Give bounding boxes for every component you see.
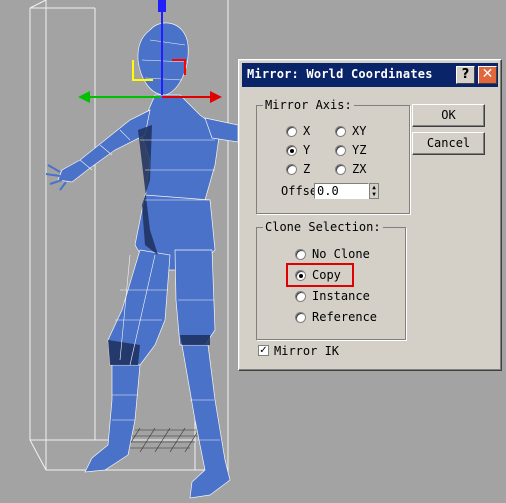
radio-icon	[295, 290, 306, 302]
help-button[interactable]: ?	[456, 66, 475, 84]
z-axis-handle	[158, 0, 166, 12]
mirror-ik-label: Mirror IK	[274, 344, 340, 358]
ok-button[interactable]: OK	[412, 104, 485, 127]
axis-radio-xy[interactable]: XY	[335, 124, 366, 138]
axis-radio-z[interactable]: Z	[286, 162, 310, 176]
radio-icon	[335, 163, 346, 175]
clone-radio-reference[interactable]: Reference	[295, 310, 377, 324]
clone-radio-no-clone[interactable]: No Clone	[295, 247, 370, 261]
radio-icon	[335, 125, 346, 137]
help-icon: ?	[461, 67, 470, 82]
radio-selected-icon	[286, 144, 297, 156]
radio-icon	[295, 248, 306, 260]
character-model[interactable]	[45, 22, 239, 499]
dialog-titlebar[interactable]: Mirror: World Coordinates ? ✕	[242, 63, 498, 87]
cancel-button[interactable]: Cancel	[412, 132, 485, 155]
mirror-axis-legend: Mirror Axis:	[263, 98, 354, 112]
x-axis-arrow-icon	[210, 91, 222, 103]
axis-radio-x[interactable]: X	[286, 124, 310, 138]
radio-icon	[295, 311, 306, 323]
close-button[interactable]: ✕	[478, 66, 497, 84]
dialog-title: Mirror: World Coordinates	[247, 67, 433, 81]
offset-spinner[interactable]: ▲ ▼	[369, 183, 379, 199]
y-axis-arrow-icon	[78, 91, 90, 103]
checkmark-icon: ✓	[259, 345, 268, 356]
copy-highlight-box	[286, 263, 354, 287]
mirror-dialog: Mirror: World Coordinates ? ✕ Mirror Axi…	[238, 59, 502, 371]
spinner-up-icon[interactable]: ▲	[372, 184, 376, 191]
axis-radio-zx[interactable]: ZX	[335, 162, 366, 176]
axis-radio-yz[interactable]: YZ	[335, 143, 366, 157]
offset-input[interactable]: 0.0	[314, 183, 369, 199]
axis-radio-y[interactable]: Y	[286, 143, 310, 157]
mirror-ik-checkbox[interactable]: ✓	[258, 345, 269, 356]
radio-icon	[286, 125, 297, 137]
radio-icon	[335, 144, 346, 156]
close-icon: ✕	[481, 66, 494, 82]
clone-radio-instance[interactable]: Instance	[295, 289, 370, 303]
clone-selection-legend: Clone Selection:	[263, 220, 383, 234]
radio-icon	[286, 163, 297, 175]
spinner-down-icon[interactable]: ▼	[372, 191, 376, 198]
